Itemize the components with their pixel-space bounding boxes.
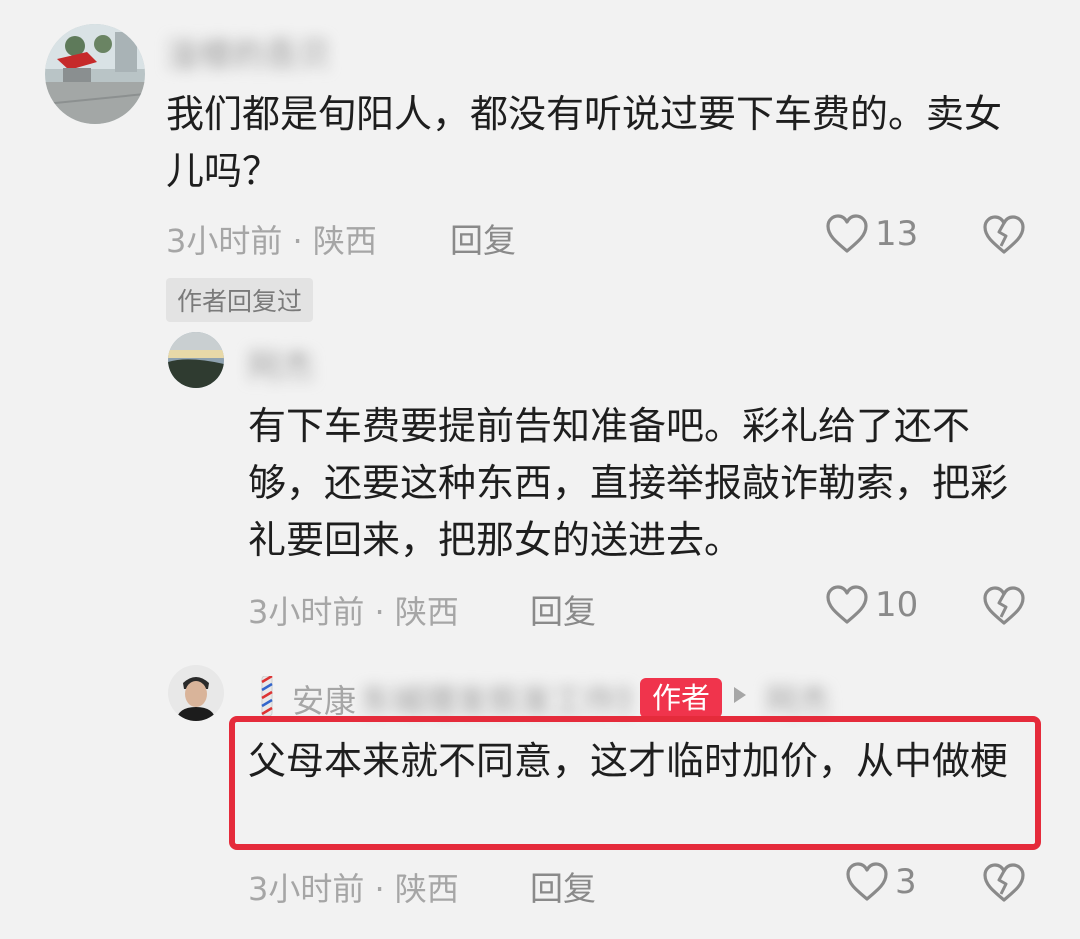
reply-button[interactable]: 回复	[530, 585, 596, 633]
like-button[interactable]: 13	[825, 214, 918, 254]
comment-meta: 3小时前 · 陕西	[248, 593, 459, 631]
reply-button[interactable]: 回复	[530, 862, 596, 910]
reply-arrow-icon	[732, 685, 748, 705]
username[interactable]: 淦楼的吾贝	[166, 28, 331, 76]
like-count: 3	[895, 862, 917, 902]
dislike-broken-heart-icon[interactable]	[982, 215, 1026, 255]
heart-icon	[825, 585, 869, 625]
comment-text: 有下车费要提前告知准备吧。彩礼给了还不够，还要这种东西，直接举报敲诈勒索，把彩礼…	[248, 404, 1009, 562]
like-button[interactable]: 10	[825, 585, 918, 625]
username[interactable]: 阿杰	[248, 340, 314, 388]
avatar[interactable]	[45, 24, 145, 124]
comment-text: 父母本来就不同意，这才临时加价，从中做梗	[248, 739, 1009, 783]
heart-icon	[845, 862, 889, 902]
dislike-broken-heart-icon[interactable]	[982, 586, 1026, 626]
avatar[interactable]	[168, 665, 224, 721]
dislike-broken-heart-icon[interactable]	[982, 863, 1026, 903]
author-badge: 作者	[640, 678, 723, 718]
reply-button[interactable]: 回复	[450, 214, 516, 262]
comment-text: 我们都是旬阳人，都没有听说过要下车费的。卖女儿吗？	[166, 92, 1003, 193]
avatar[interactable]	[168, 332, 224, 388]
comment-meta: 3小时前 · 陕西	[166, 222, 377, 260]
comment-meta: 3小时前 · 陕西	[248, 870, 459, 908]
barber-pole-icon	[259, 676, 275, 716]
like-count: 13	[875, 214, 919, 254]
heart-icon	[825, 214, 869, 254]
like-count: 10	[875, 585, 919, 625]
like-button[interactable]: 3	[845, 862, 917, 902]
author-replied-tag: 作者回复过	[166, 278, 314, 322]
